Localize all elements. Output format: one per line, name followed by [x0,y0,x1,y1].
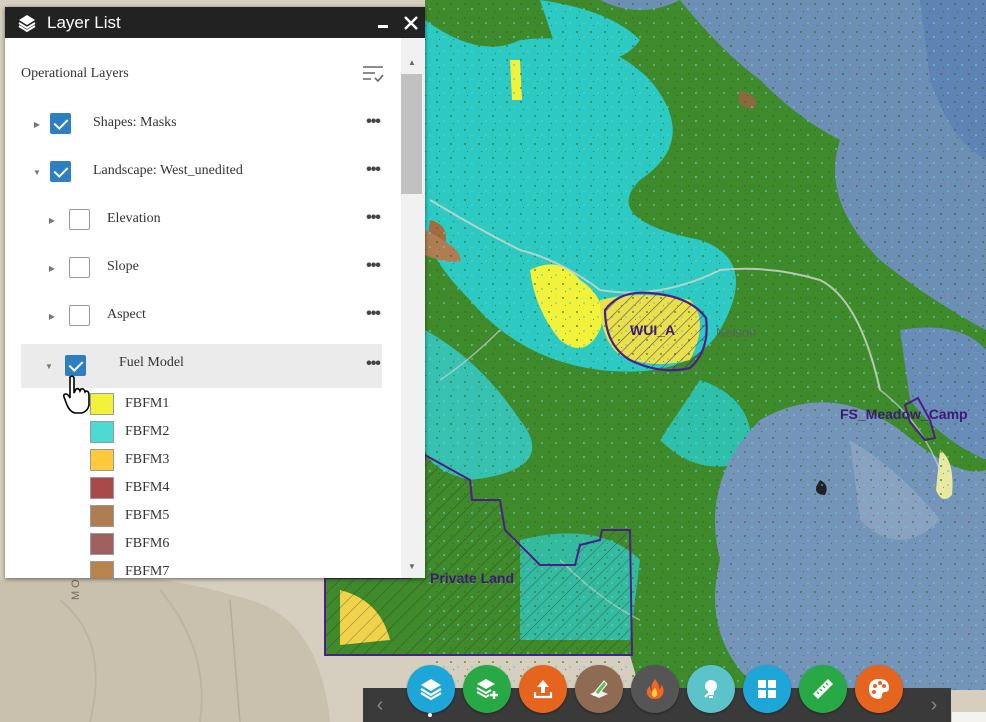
layer-list-content: Operational Layers ▶ Shapes: Masks ••• ▼ [5,38,401,578]
grid-icon [758,680,776,698]
panel-body: Operational Layers ▶ Shapes: Masks ••• ▼ [5,38,425,578]
layer-list-button[interactable] [407,665,455,713]
expand-arrow-icon[interactable]: ▶ [47,311,57,321]
collapse-arrow-icon[interactable]: ▼ [44,361,54,371]
map-label-meadow-camp: FS_Meadow_Camp [840,406,968,422]
legend-swatch [90,505,114,527]
legend-item-fbfm2: FBFM2 [90,420,169,444]
layer-more-icon[interactable]: ••• [361,258,385,280]
legend-swatch [90,421,114,443]
expand-arrow-icon[interactable]: ▶ [47,263,57,273]
legend-swatch [90,393,114,415]
layer-checkbox-slope[interactable] [69,257,90,278]
layer-row-landscape[interactable]: ▼ Landscape: West_unedited ••• [21,150,382,194]
layer-options-menu-icon[interactable] [361,62,385,86]
layer-list-panel: Layer List Operational Layers ▶ Shapes: … [5,7,425,578]
layer-checkbox-aspect[interactable] [69,305,90,326]
layer-checkbox-fuel-model[interactable] [65,355,86,376]
map-label-wui: WUI_A [630,322,676,338]
legend-item-fbfm1: FBFM1 [90,392,169,416]
minimize-button[interactable] [369,9,397,37]
close-icon [404,15,418,30]
layer-label-aspect: Aspect [107,307,146,322]
edit-button[interactable] [575,665,623,713]
layer-row-fuel-model[interactable]: ▼ Fuel Model ••• [21,344,382,388]
legend-item-fbfm5: FBFM5 [90,504,169,528]
map-label-private-land: Private Land [430,570,515,586]
map-label-nelson: Nelson [716,325,757,340]
map-attribution [952,712,986,722]
layer-row-aspect[interactable]: ▶ Aspect ••• [21,294,382,338]
layer-more-icon[interactable]: ••• [361,210,385,232]
layer-label-shapes-masks: Shapes: Masks [93,115,177,130]
legend-swatch [90,449,114,471]
operational-layers-header: Operational Layers [5,54,401,94]
panel-title: Layer List [47,12,121,32]
legend-label: FBFM6 [125,536,170,551]
lightbulb-icon [704,680,717,698]
layer-label-slope: Slope [107,259,139,274]
scrollbar[interactable]: ▲ ▼ [401,38,425,578]
legend-item-fbfm3: FBFM3 [90,448,169,472]
legend-label: FBFM7 [125,564,170,578]
layer-more-icon[interactable]: ••• [361,114,385,136]
active-indicator-dot [428,713,432,717]
legend-swatch [90,533,114,555]
layer-row-elevation[interactable]: ▶ Elevation ••• [21,198,382,242]
upload-icon [533,680,553,699]
measure-button[interactable] [799,665,847,713]
layer-more-icon[interactable]: ••• [361,306,385,328]
layer-row-slope[interactable]: ▶ Slope ••• [21,246,382,290]
layer-checkbox-landscape[interactable] [50,161,71,182]
fire-button[interactable] [631,665,679,713]
legend-swatch [90,561,114,578]
ruler-icon [813,679,833,699]
toolbar-next-arrow-icon[interactable]: › [919,688,949,722]
legend-item-fbfm4: FBFM4 [90,476,169,500]
legend-label: FBFM1 [125,396,170,411]
expand-arrow-icon[interactable]: ▶ [32,119,42,129]
scroll-up-arrow-icon[interactable]: ▲ [406,58,418,72]
grid-button[interactable] [743,665,791,713]
add-data-button[interactable] [463,665,511,713]
layer-more-icon[interactable]: ••• [361,356,385,378]
palette-icon [869,679,889,699]
toolbar-prev-arrow-icon[interactable]: ‹ [365,688,395,722]
close-button[interactable] [397,9,425,37]
collapse-arrow-icon[interactable]: ▼ [32,167,42,177]
operational-layers-title: Operational Layers [21,66,129,81]
layer-label-elevation: Elevation [107,211,161,226]
idea-button[interactable] [687,665,735,713]
layer-row-shapes-masks[interactable]: ▶ Shapes: Masks ••• [21,102,382,146]
palette-button[interactable] [855,665,903,713]
legend-label: FBFM2 [125,424,170,439]
legend-label: FBFM5 [125,508,170,523]
layer-label-landscape: Landscape: West_unedited [93,163,243,178]
layer-label-fuel-model: Fuel Model [119,355,184,370]
layer-checkbox-shapes-masks[interactable] [50,113,71,134]
legend-item-fbfm6: FBFM6 [90,532,169,556]
upload-button[interactable] [519,665,567,713]
legend-label: FBFM4 [125,480,170,495]
add-layer-icon [476,679,498,699]
layers-icon [420,679,442,701]
layer-more-icon[interactable]: ••• [361,162,385,184]
layer-checkbox-elevation[interactable] [69,209,90,230]
legend-item-fbfm7: FBFM7 [90,560,169,578]
minimize-icon [378,24,388,28]
fire-icon [646,679,664,699]
legend-label: FBFM3 [125,452,170,467]
edit-map-icon [590,680,608,698]
layers-icon [17,13,37,33]
scroll-down-arrow-icon[interactable]: ▼ [406,562,418,576]
legend-swatch [90,477,114,499]
scroll-thumb[interactable] [401,74,422,194]
expand-arrow-icon[interactable]: ▶ [47,215,57,225]
panel-header: Layer List [5,7,425,38]
